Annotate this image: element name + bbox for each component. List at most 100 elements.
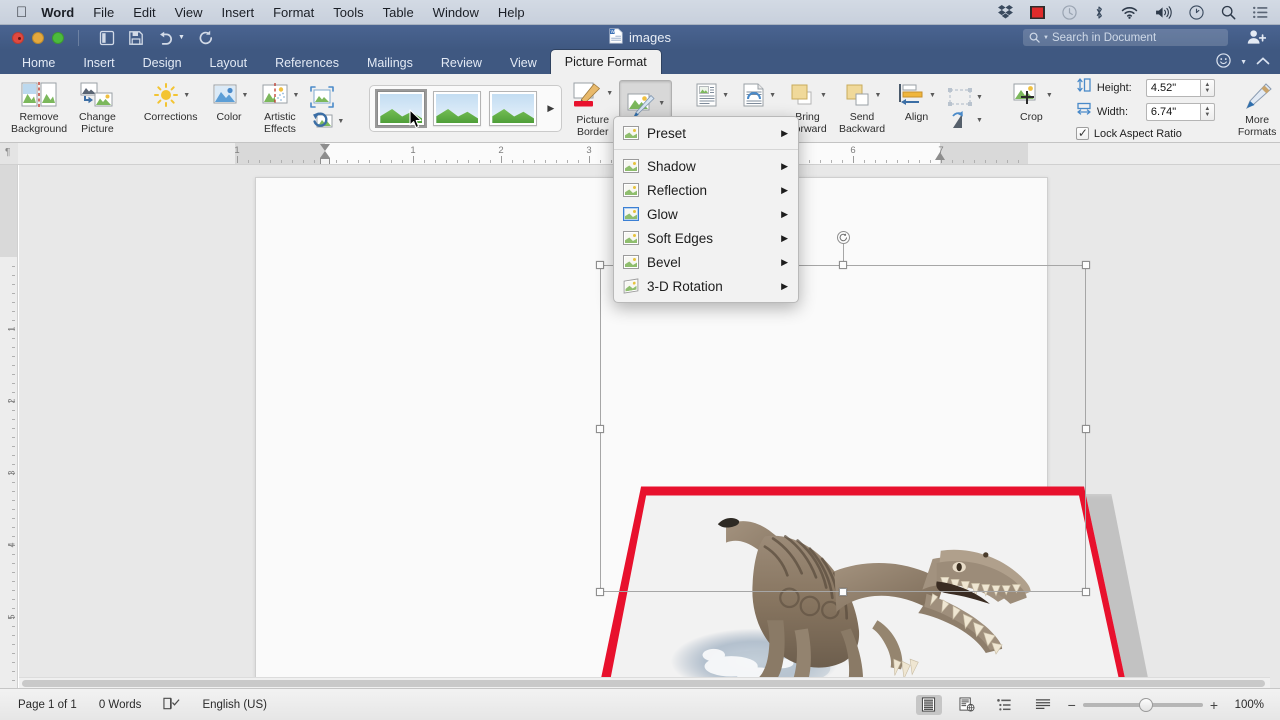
left-indent-marker[interactable] [320,158,330,164]
bring-forward-split[interactable]: ▼ [788,82,827,109]
lock-aspect-ratio-row[interactable]: Lock Aspect Ratio [1075,126,1215,140]
rotate-button[interactable]: ▼ [944,109,986,131]
search-input[interactable]: ▼ Search in Document [1023,29,1228,46]
picture-style-1[interactable] [377,91,426,126]
redo-icon[interactable] [198,30,214,46]
tab-layout[interactable]: Layout [196,52,262,74]
crop-split[interactable]: ▼ [1010,82,1053,109]
menu-item-soft-edges[interactable]: Soft Edges ▶ [614,226,798,250]
zoom-level[interactable]: 100% [1230,699,1264,711]
menu-item-reflection[interactable]: Reflection ▶ [614,178,798,202]
menu-item-table[interactable]: Table [383,5,414,20]
chevron-up-icon[interactable] [1256,55,1270,69]
menu-item-file[interactable]: File [93,5,114,20]
right-indent-marker[interactable] [935,152,945,160]
selection-handle-bottom-left[interactable] [596,588,604,596]
selection-handle-top-center[interactable] [839,261,847,269]
bluetooth-icon[interactable] [1094,5,1104,20]
web-layout-view-button[interactable] [954,695,980,715]
change-picture-button[interactable]: Change Picture [73,77,122,140]
tab-review[interactable]: Review [427,52,496,74]
menu-item-3d-rotation[interactable]: 3-D Rotation ▶ [614,274,798,298]
menu-item-tools[interactable]: Tools [333,5,363,20]
menu-item-help[interactable]: Help [498,5,525,20]
dropbox-icon[interactable] [998,5,1013,19]
width-spinner[interactable]: ▲ ▼ [1199,102,1215,121]
clock-icon[interactable] [1189,4,1204,20]
zoom-slider[interactable]: − + [1068,697,1218,712]
notification-center-icon[interactable] [1253,6,1268,19]
picture-border-caret[interactable]: ▼ [606,90,613,97]
height-stepper[interactable]: ▲▼ [1145,78,1215,97]
save-icon[interactable] [128,30,144,46]
proofing-check-icon[interactable] [163,696,180,713]
spin-down[interactable]: ▼ [1204,112,1210,118]
apple-menu-icon[interactable]:  [16,5,27,20]
rotate-caret[interactable]: ▼ [976,117,983,124]
tab-view[interactable]: View [496,52,551,74]
height-spinner[interactable]: ▲ ▼ [1199,78,1215,97]
spotlight-search-icon[interactable] [1221,5,1236,20]
volume-icon[interactable] [1155,5,1172,19]
draft-view-button[interactable] [1030,695,1056,715]
zoom-out-button[interactable]: − [1068,698,1076,712]
rotate-handle-icon[interactable] [836,231,850,244]
minimize-button[interactable] [32,31,44,44]
feedback-dropdown-caret[interactable]: ▼ [1240,59,1247,66]
send-backward-split[interactable]: ▼ [843,82,882,109]
menu-item-view[interactable]: View [175,5,203,20]
more-formats-button[interactable]: More Formats [1232,77,1280,140]
zoom-in-button[interactable]: + [1210,698,1218,712]
spin-down[interactable]: ▼ [1204,88,1210,94]
position-split[interactable]: ▼ [741,82,776,109]
close-button[interactable] [12,31,24,44]
menu-item-bevel[interactable]: Bevel ▶ [614,250,798,274]
wifi-icon[interactable] [1121,6,1138,19]
send-backward-caret[interactable]: ▼ [875,92,882,99]
screen-recorder-icon[interactable] [1030,5,1045,19]
artistic-effects-split[interactable]: ▼ [260,82,299,109]
position-caret[interactable]: ▼ [769,92,776,99]
tab-picture-format[interactable]: Picture Format [550,50,661,74]
color-caret[interactable]: ▼ [242,92,249,99]
tab-home[interactable]: Home [8,52,69,74]
smiley-feedback-icon[interactable] [1216,53,1231,71]
menu-item-edit[interactable]: Edit [133,5,155,20]
height-input[interactable] [1145,78,1200,97]
picture-effects-caret[interactable]: ▼ [658,100,665,107]
tab-design[interactable]: Design [129,52,196,74]
selection-handle-middle-left[interactable] [596,424,604,433]
horizontal-scrollbar[interactable] [19,677,1270,688]
wrap-text-caret[interactable]: ▼ [722,92,729,99]
send-backward-button[interactable]: ▼ Send Backward [833,77,891,140]
zoom-track[interactable] [1082,697,1203,712]
picture-selection-frame[interactable] [596,231,1090,596]
menu-item-format[interactable]: Format [273,5,314,20]
time-machine-icon[interactable] [1062,4,1077,20]
align-caret[interactable]: ▼ [929,92,936,99]
lock-aspect-ratio-checkbox[interactable] [1075,126,1089,140]
undo-dropdown-caret[interactable]: ▼ [178,34,185,41]
zoom-button[interactable] [52,31,64,44]
menu-item-window[interactable]: Window [433,5,479,20]
outline-view-button[interactable] [992,695,1018,715]
picture-border-split[interactable]: ▼ [572,82,613,112]
menu-item-shadow[interactable]: Shadow ▶ [614,154,798,178]
menu-item-glow[interactable]: Glow ▶ [614,202,798,226]
horizontal-scrollbar-thumb[interactable] [22,680,1265,687]
corrections-split[interactable]: ▼ [151,82,190,109]
picture-styles-more-arrow[interactable]: ▶ [545,103,554,114]
add-user-icon[interactable] [1247,29,1267,50]
selection-handle-bottom-right[interactable] [1082,588,1090,596]
search-scope-caret[interactable]: ▼ [1043,35,1049,41]
menu-item-word[interactable]: Word [41,5,74,20]
color-button[interactable]: ▼ Color [204,77,255,140]
first-line-indent-marker[interactable] [320,144,330,151]
page-indicator[interactable]: Page 1 of 1 [18,699,77,711]
group-objects-caret[interactable]: ▼ [976,94,983,101]
picture-border-button[interactable]: ▼ Picture Border [566,77,619,140]
reset-picture-caret[interactable]: ▼ [337,118,344,125]
group-objects-button[interactable]: ▼ [944,86,986,108]
hanging-indent-marker[interactable] [320,151,330,158]
selection-handle-bottom-center[interactable] [839,588,847,596]
